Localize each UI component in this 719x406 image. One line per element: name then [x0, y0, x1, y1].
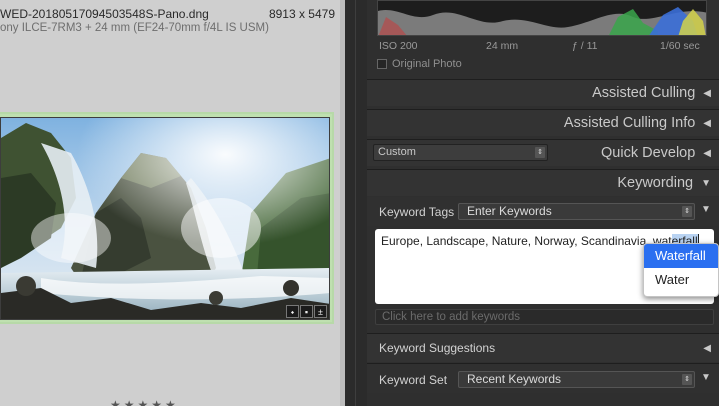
stepper-icon: ⇕ — [682, 206, 692, 217]
keyword-set-row: Keyword Set Recent Keywords ⇕ ▼ — [367, 363, 719, 393]
keywording-title: Keywording — [617, 175, 694, 191]
histogram-graph — [378, 1, 706, 35]
rating-stars[interactable]: ★★★★★ — [110, 398, 179, 406]
expand-down-icon[interactable]: ▼ — [701, 372, 711, 383]
thumbnail-badges: ⬩ ▪ ± — [286, 305, 327, 318]
keyword-suggestions-header[interactable]: Keyword Suggestions ◀ — [367, 333, 719, 362]
keyword-tags-select[interactable]: Enter Keywords ⇕ — [458, 203, 695, 220]
stepper-icon: ⇕ — [535, 147, 545, 158]
grid-view: WED-20180517094503548S-Pano.dng 8913 x 5… — [0, 0, 345, 406]
keywording-header[interactable]: Keywording ▼ — [367, 169, 719, 196]
quick-develop-header[interactable]: Custom ⇕ Quick Develop ◀ — [367, 139, 719, 166]
assisted-culling-header[interactable]: Assisted Culling ◀ — [367, 79, 719, 106]
keyword-tags-mode: Enter Keywords — [467, 204, 552, 218]
autocomplete-option-waterfall[interactable]: Waterfall — [644, 244, 718, 268]
keyword-suggestions-title: Keyword Suggestions — [379, 341, 496, 355]
photo-dimensions: 8913 x 5479 — [268, 7, 335, 21]
waterfall-image — [1, 118, 329, 319]
assisted-culling-info-title: Assisted Culling Info — [563, 115, 696, 131]
keyword-set-select[interactable]: Recent Keywords ⇕ — [458, 371, 695, 388]
edit-icon[interactable]: ± — [314, 305, 327, 318]
original-photo-checkbox[interactable] — [377, 59, 387, 69]
aperture-value: ƒ / 11 — [572, 40, 598, 52]
assisted-culling-info-header[interactable]: Assisted Culling Info ◀ — [367, 109, 719, 136]
keywords-text: Europe, Landscape, Nature, Norway, Scand… — [381, 234, 672, 248]
assisted-culling-title: Assisted Culling — [592, 85, 696, 101]
collapse-left-icon[interactable]: ◀ — [703, 343, 711, 354]
original-photo-toggle[interactable]: Original Photo — [377, 58, 462, 70]
keyword-tags-label: Keyword Tags — [379, 205, 455, 219]
collapse-left-icon[interactable]: ◀ — [703, 88, 711, 99]
collapse-left-icon[interactable]: ◀ — [703, 148, 711, 159]
exif-summary: ISO 200 24 mm ƒ / 11 1/60 sec — [377, 40, 707, 54]
expand-down-icon[interactable]: ▼ — [701, 204, 711, 215]
photo-thumbnail[interactable]: ⬩ ▪ ± — [0, 117, 330, 320]
panel-divider[interactable] — [345, 0, 367, 406]
stepper-icon: ⇕ — [682, 374, 692, 385]
histogram[interactable] — [377, 0, 707, 36]
shutter-speed-value: 1/60 sec — [660, 40, 700, 52]
comment-icon[interactable]: ▪ — [300, 305, 313, 318]
keyword-tags-row: Keyword Tags Enter Keywords ⇕ ▼ — [367, 197, 719, 226]
right-panel: ISO 200 24 mm ƒ / 11 1/60 sec Original P… — [367, 0, 719, 406]
photo-camera-info: ony ILCE-7RM3 + 24 mm (EF24-70mm f/4L IS… — [0, 22, 269, 34]
keyword-autocomplete-menu: Waterfall Water — [643, 243, 719, 297]
focal-length-value: 24 mm — [486, 40, 519, 52]
original-photo-label: Original Photo — [392, 58, 462, 70]
keyword-set-label: Keyword Set — [379, 373, 448, 387]
saved-preset-select[interactable]: Custom ⇕ — [373, 144, 548, 161]
keyword-set-value: Recent Keywords — [467, 372, 562, 386]
expand-down-icon[interactable]: ▼ — [701, 178, 711, 189]
photo-filename: WED-20180517094503548S-Pano.dng — [0, 7, 209, 21]
add-keywords-input[interactable]: Click here to add keywords — [375, 309, 714, 325]
tag-icon[interactable]: ⬩ — [286, 305, 299, 318]
autocomplete-option-water[interactable]: Water — [644, 268, 718, 292]
iso-value: ISO 200 — [379, 40, 418, 52]
quick-develop-title: Quick Develop — [601, 145, 696, 161]
collapse-left-icon[interactable]: ◀ — [703, 118, 711, 129]
saved-preset-value: Custom — [378, 146, 416, 158]
